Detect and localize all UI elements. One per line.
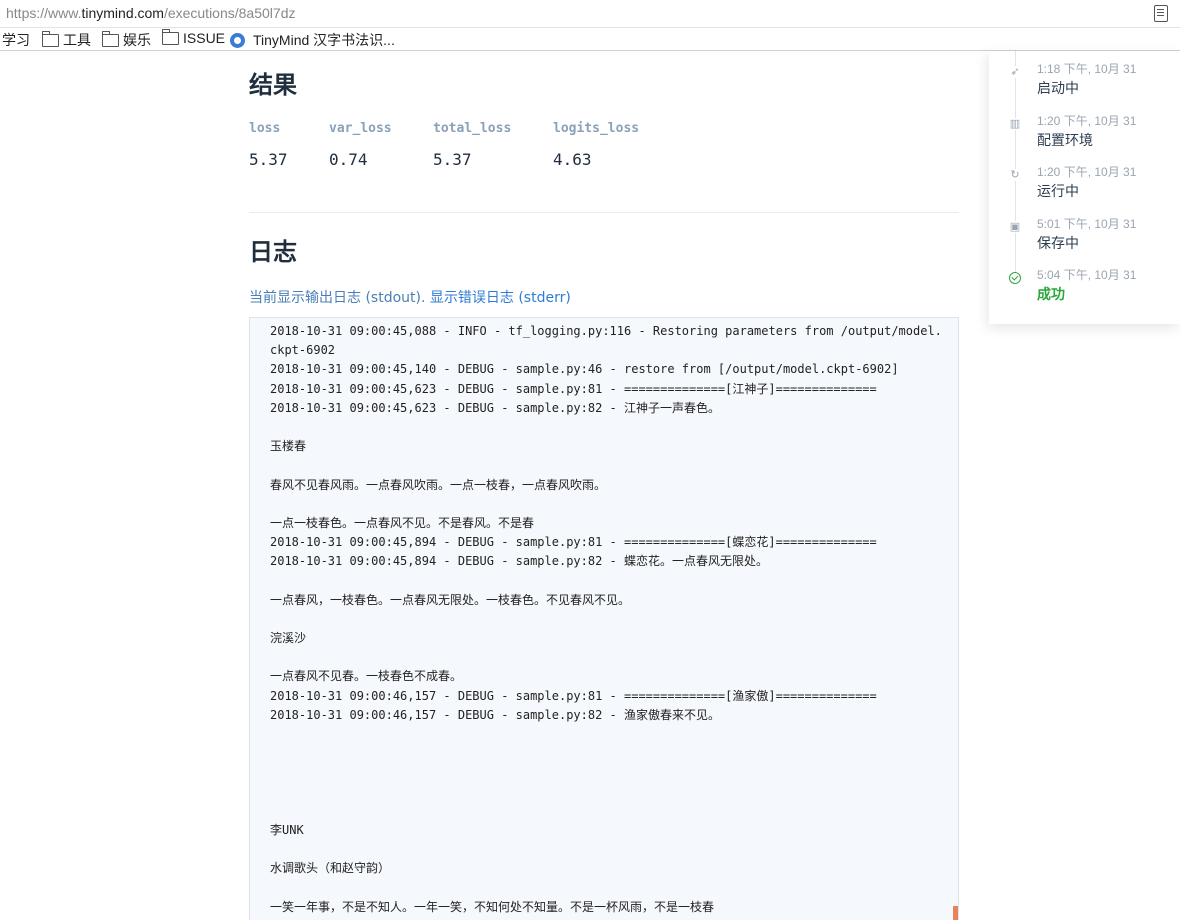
log-line: 2018-10-31 09:00:45,623 - DEBUG - sample… bbox=[270, 400, 721, 415]
log-line: 春风不见春风雨。一点春风吹雨。一点一枝春，一点春风吹雨。 bbox=[270, 477, 607, 492]
step-label: 启动中 bbox=[1037, 81, 1079, 97]
bookmark-study[interactable]: 学习 bbox=[2, 30, 30, 50]
log-line: 一点一枝春色。一点春风不见。不是春风。不是春 bbox=[270, 515, 535, 530]
log-line: 玉楼春 bbox=[270, 439, 307, 454]
log-line: 浣溪沙 bbox=[270, 631, 307, 645]
url-path: /executions/8a50l7dz bbox=[163, 5, 296, 21]
log-lines: 2018-10-31 09:00:45,088 - INFO - tf_logg… bbox=[270, 322, 940, 917]
bookmark-label: 工具 bbox=[63, 32, 91, 48]
metric-label: total_loss bbox=[433, 121, 512, 136]
log-line: 2018-10-31 09:00:45,894 - DEBUG - sample… bbox=[270, 535, 877, 550]
log-line: ckpt-6902 bbox=[270, 343, 336, 358]
bookmark-folder-tools[interactable]: 工具 bbox=[42, 30, 91, 50]
refresh-icon: ↻ bbox=[1009, 168, 1021, 181]
metric-value: 5.37 bbox=[433, 150, 472, 169]
address-bar[interactable]: https://www.tinymind.com/executions/8a50… bbox=[0, 0, 1180, 28]
log-line: 一点春风不见春。一枝春色不成春。 bbox=[270, 669, 463, 684]
step-label: 配置环境 bbox=[1037, 133, 1093, 149]
tinymind-icon bbox=[230, 32, 245, 48]
step-time: 5:04 下午, 10月 31 bbox=[1037, 268, 1137, 282]
metric-value: 4.63 bbox=[553, 150, 592, 169]
bookmark-label: 娱乐 bbox=[123, 32, 151, 48]
check-circle-icon bbox=[1009, 272, 1021, 284]
log-line: 2018-10-31 09:00:45,894 - DEBUG - sample… bbox=[270, 554, 769, 569]
bookmark-label: ISSUE bbox=[183, 30, 226, 46]
bookmark-tinymind[interactable]: TinyMind 汉字书法识... bbox=[230, 30, 395, 50]
metric-logits-loss: logits_loss 4.63 bbox=[553, 121, 639, 169]
timeline-step: 5:04 下午, 10月 31 成功 bbox=[989, 266, 1180, 316]
bookmark-label: TinyMind 汉字书法识... bbox=[253, 32, 395, 48]
bookmark-folder-entertainment[interactable]: 娱乐 bbox=[102, 30, 151, 50]
step-label: 保存中 bbox=[1037, 236, 1079, 252]
save-icon: ▣ bbox=[1009, 220, 1021, 233]
metric-var-loss: var_loss 0.74 bbox=[329, 121, 392, 169]
timeline-step: ▥ 1:20 下午, 10月 31 配置环境 bbox=[989, 112, 1180, 162]
folder-icon bbox=[42, 31, 59, 47]
log-line: 一笑一年事，不是不知人。一年一笑，不知何处不知量。不是一杯风雨，不是一枝春 bbox=[270, 899, 715, 914]
metric-label: loss bbox=[249, 121, 281, 136]
factory-icon: ▥ bbox=[1009, 117, 1021, 130]
log-line: 李UNK bbox=[270, 822, 304, 837]
log-line: 2018-10-31 09:00:45,623 - DEBUG - sample… bbox=[270, 381, 877, 396]
results-title: 结果 bbox=[249, 71, 297, 99]
step-time: 1:20 下午, 10月 31 bbox=[1037, 165, 1137, 179]
metric-value: 5.37 bbox=[249, 150, 288, 169]
log-line: 2018-10-31 09:00:45,088 - INFO - tf_logg… bbox=[270, 324, 940, 338]
log-line: 2018-10-31 09:00:46,157 - DEBUG - sample… bbox=[270, 707, 721, 722]
metric-value: 0.74 bbox=[329, 150, 368, 169]
folder-icon bbox=[102, 31, 119, 47]
metric-loss: loss 5.37 bbox=[249, 121, 288, 169]
bookmark-folder-issue[interactable]: ISSUE bbox=[162, 29, 226, 46]
bookmark-label: 学习 bbox=[2, 32, 30, 48]
log-line: 水调歌头（和赵守韵） bbox=[270, 861, 391, 876]
log-source-switch: 当前显示输出日志 (stdout). 显示错误日志 (stderr) bbox=[249, 287, 571, 307]
step-time: 5:01 下午, 10月 31 bbox=[1037, 217, 1137, 231]
section-divider bbox=[249, 212, 959, 213]
current-log-text: 当前显示输出日志 (stdout). bbox=[249, 290, 430, 306]
step-time: 1:20 下午, 10月 31 bbox=[1037, 114, 1137, 128]
timeline-step: ↻ 1:20 下午, 10月 31 运行中 bbox=[989, 163, 1180, 213]
metric-label: logits_loss bbox=[553, 121, 640, 136]
timeline-step: ▣ 5:01 下午, 10月 31 保存中 bbox=[989, 215, 1180, 265]
metric-label: var_loss bbox=[329, 121, 392, 136]
url-host: tinymind.com bbox=[81, 5, 164, 21]
log-line: 2018-10-31 09:00:45,140 - DEBUG - sample… bbox=[270, 362, 899, 377]
logs-title: 日志 bbox=[249, 238, 297, 266]
show-stderr-link[interactable]: 显示错误日志 (stderr) bbox=[430, 290, 571, 306]
url-scheme: https://www. bbox=[6, 5, 82, 21]
reader-mode-icon[interactable] bbox=[1154, 5, 1168, 22]
bookmarks-bar: 学习 工具 娱乐 ISSUE TinyMind 汉字书法识... bbox=[0, 28, 1180, 51]
folder-icon bbox=[162, 29, 179, 45]
step-label: 运行中 bbox=[1037, 184, 1079, 200]
step-label: 成功 bbox=[1037, 287, 1065, 303]
clipped-previous-line bbox=[270, 318, 890, 321]
rocket-icon: ➶ bbox=[1009, 65, 1021, 78]
url-text[interactable]: https://www.tinymind.com/executions/8a50… bbox=[6, 5, 295, 21]
step-time: 1:18 下午, 10月 31 bbox=[1037, 62, 1137, 76]
timeline-step: ➶ 1:18 下午, 10月 31 启动中 bbox=[989, 60, 1180, 110]
log-line: 2018-10-31 09:00:46,157 - DEBUG - sample… bbox=[270, 688, 877, 703]
metric-total-loss: total_loss 5.37 bbox=[433, 121, 511, 169]
log-output[interactable]: 2018-10-31 09:00:45,088 - INFO - tf_logg… bbox=[249, 317, 959, 920]
scroll-indicator[interactable] bbox=[953, 906, 958, 920]
status-timeline: ➶ 1:18 下午, 10月 31 启动中 ▥ 1:20 下午, 10月 31 配置环境 ↻… bbox=[989, 51, 1180, 324]
log-line: 一点春风，一枝春色。一点春风无限处。一枝春色。不见春风不见。 bbox=[270, 592, 631, 607]
